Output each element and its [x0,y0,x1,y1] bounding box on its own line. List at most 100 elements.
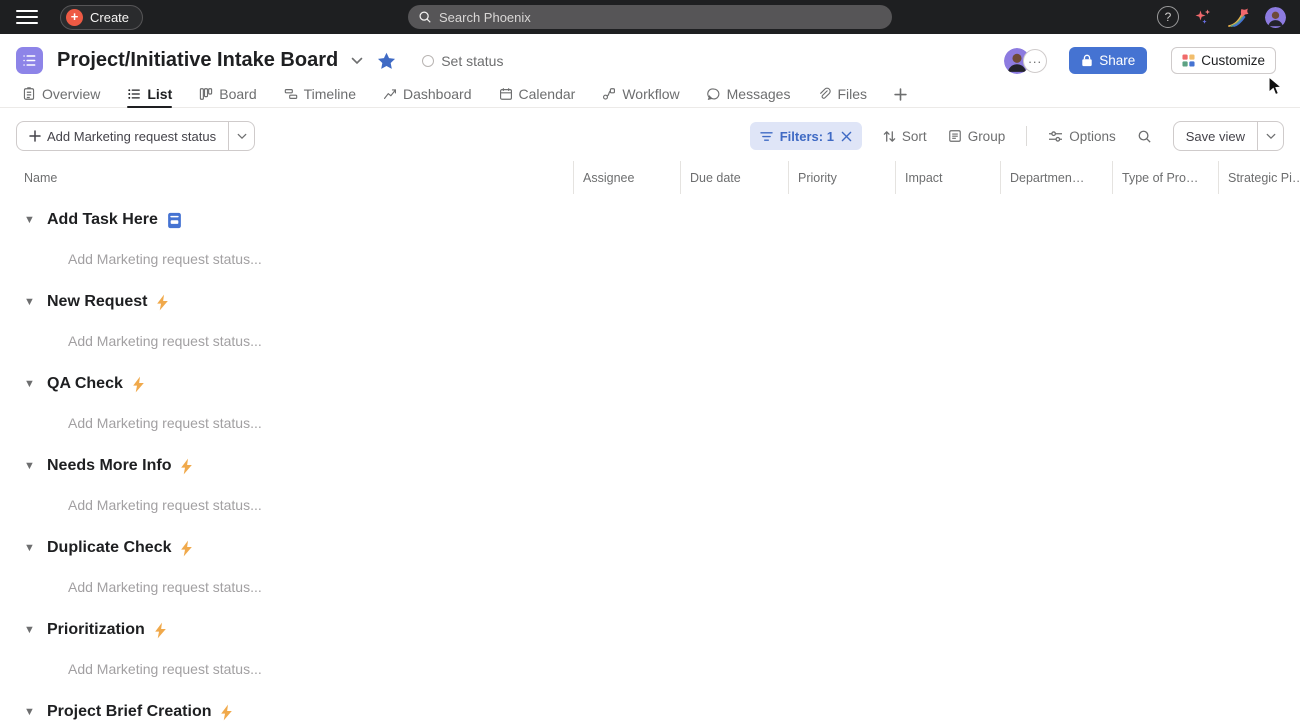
tab-list[interactable]: List [127,81,172,107]
tab-label: Dashboard [403,86,472,102]
section-name[interactable]: Project Brief Creation [47,703,211,721]
add-status-chevron-button[interactable] [228,122,254,150]
section-collapse-caret-icon[interactable]: ▼ [24,214,38,226]
bolt-icon[interactable] [154,622,167,639]
tab-label: List [147,86,172,102]
tab-calendar[interactable]: Calendar [499,81,576,107]
column-header-departmen[interactable]: Departmen… [1000,161,1112,194]
add-task-placeholder[interactable]: Add Marketing request status... [0,408,1300,438]
list-toolbar: Add Marketing request status Filters: 1 … [0,108,1300,161]
add-task-placeholder[interactable]: Add Marketing request status... [0,572,1300,602]
chevron-down-icon [1266,133,1276,140]
section-name[interactable]: Add Task Here [47,211,158,229]
column-header-due-date[interactable]: Due date [680,161,788,194]
clear-filter-x-icon[interactable] [841,131,852,142]
timeline-icon [284,87,298,101]
add-status-split-button: Add Marketing request status [16,121,255,151]
task-section: ▼ Duplicate Check Add Marketing request … [0,533,1300,602]
hamburger-menu-icon[interactable] [16,6,38,28]
create-button[interactable]: + Create [60,5,143,30]
files-icon [817,87,831,101]
title-chevron-down-icon[interactable] [351,57,363,65]
plus-icon [894,88,907,101]
help-button[interactable]: ? [1157,6,1179,28]
section-name[interactable]: Prioritization [47,621,145,639]
project-list-icon [16,47,43,74]
section-name[interactable]: QA Check [47,375,123,393]
section-collapse-caret-icon[interactable]: ▼ [24,296,38,308]
section-name[interactable]: Duplicate Check [47,539,171,557]
task-section: ▼ Prioritization Add Marketing request s… [0,615,1300,684]
save-view-chevron-button[interactable] [1257,122,1283,150]
bolt-icon[interactable] [180,540,193,557]
section-collapse-caret-icon[interactable]: ▼ [24,542,38,554]
column-header-strategic-pi[interactable]: Strategic Pi… [1218,161,1300,194]
phoenix-celebration-icon[interactable] [1227,7,1250,28]
tab-overview[interactable]: Overview [22,81,100,107]
save-view-split-button: Save view [1173,121,1284,151]
bolt-icon[interactable] [180,458,193,475]
global-search[interactable] [408,5,892,29]
tab-label: Board [219,86,256,102]
group-icon [948,129,962,143]
filters-pill[interactable]: Filters: 1 [750,122,862,150]
section-name[interactable]: New Request [47,293,147,311]
add-task-placeholder[interactable]: Add Marketing request status... [0,490,1300,520]
bolt-icon[interactable] [220,704,233,721]
tab-timeline[interactable]: Timeline [284,81,356,107]
tab-label: Timeline [304,86,356,102]
share-label: Share [1099,53,1135,68]
status-circle-icon [422,55,434,67]
tab-board[interactable]: Board [199,81,256,107]
filter-icon [760,131,773,142]
bolt-icon[interactable] [132,376,145,393]
tab-add[interactable] [894,81,907,107]
options-button[interactable]: Options [1048,129,1116,144]
section-collapse-caret-icon[interactable]: ▼ [24,460,38,472]
column-header-assignee[interactable]: Assignee [573,161,680,194]
column-header-type-of-pro[interactable]: Type of Pro… [1112,161,1218,194]
sort-button[interactable]: Sort [883,129,927,144]
share-button[interactable]: Share [1069,47,1147,74]
tab-files[interactable]: Files [817,81,867,107]
filters-label: Filters: 1 [780,129,834,144]
section-name[interactable]: Needs More Info [47,457,171,475]
section-collapse-caret-icon[interactable]: ▼ [24,624,38,636]
plus-circle-icon: + [66,9,83,26]
set-status-button[interactable]: Set status [422,53,503,69]
search-input[interactable] [439,10,882,25]
save-view-button[interactable]: Save view [1174,122,1257,150]
add-task-placeholder-label: Add Marketing request status... [68,333,262,349]
options-label: Options [1069,129,1116,144]
customize-button[interactable]: Customize [1171,47,1276,74]
dashboard-icon [383,87,397,101]
column-header-priority[interactable]: Priority [788,161,895,194]
more-members-button[interactable]: ... [1023,49,1047,73]
add-task-placeholder[interactable]: Add Marketing request status... [0,654,1300,684]
tab-dashboard[interactable]: Dashboard [383,81,472,107]
add-marketing-request-status-button[interactable]: Add Marketing request status [17,122,228,150]
user-avatar[interactable] [1265,7,1286,28]
ai-sparkles-icon[interactable] [1194,8,1212,26]
bolt-icon[interactable] [156,294,169,311]
help-label: ? [1165,10,1172,24]
tab-workflow[interactable]: Workflow [602,81,679,107]
search-tasks-button[interactable] [1137,129,1152,144]
column-header-row: NameAssigneeDue datePriorityImpactDepart… [0,161,1300,194]
tab-messages[interactable]: Messages [707,81,791,107]
top-bar: + Create ? [0,0,1300,34]
section-collapse-caret-icon[interactable]: ▼ [24,706,38,718]
search-icon [1137,129,1152,144]
form-icon[interactable] [167,212,182,229]
page-title[interactable]: Project/Initiative Intake Board [57,49,338,72]
add-task-placeholder[interactable]: Add Marketing request status... [0,326,1300,356]
group-button[interactable]: Group [948,129,1006,144]
calendar-icon [499,87,513,101]
favorite-star-icon[interactable] [377,52,396,70]
column-header-impact[interactable]: Impact [895,161,1000,194]
column-header-name[interactable]: Name [0,161,573,194]
section-collapse-caret-icon[interactable]: ▼ [24,378,38,390]
tab-label: Calendar [519,86,576,102]
add-task-placeholder[interactable]: Add Marketing request status... [0,244,1300,274]
add-task-placeholder-label: Add Marketing request status... [68,661,262,677]
